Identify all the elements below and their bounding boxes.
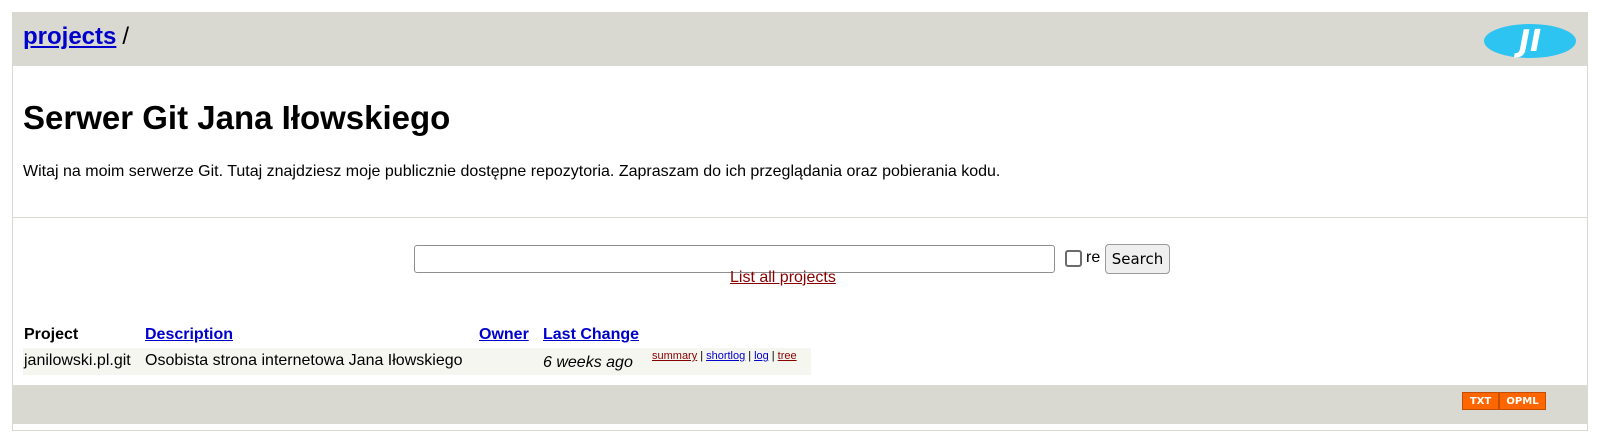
list-all-projects-link[interactable]: List all projects	[730, 269, 836, 287]
header-project: Project	[24, 326, 79, 343]
breadcrumb: projects /	[23, 23, 129, 51]
tree-link[interactable]: tree	[778, 350, 797, 362]
project-age: 6 weeks ago	[543, 354, 633, 371]
regex-label: re	[1086, 249, 1101, 266]
gitweb-page: projects / JI Serwer Git Jana Iłowskiego …	[12, 12, 1588, 431]
header-owner-sort[interactable]: Owner	[479, 326, 529, 344]
opml-feed-button[interactable]: OPML	[1499, 392, 1546, 410]
regex-checkbox[interactable]	[1065, 250, 1082, 267]
divider	[13, 217, 1587, 218]
txt-feed-button[interactable]: TXT	[1462, 392, 1499, 410]
project-description[interactable]: Osobista strona internetowa Jana Iłowski…	[145, 352, 463, 370]
header-last-change-sort[interactable]: Last Change	[543, 326, 639, 344]
separator: |	[748, 350, 752, 362]
separator: |	[771, 350, 775, 362]
log-link[interactable]: log	[754, 350, 769, 362]
project-name-link[interactable]: janilowski.pl.git	[24, 352, 131, 370]
separator: |	[700, 350, 704, 362]
page-header: projects / JI	[13, 13, 1587, 66]
ji-logo-icon[interactable]: JI	[1483, 23, 1577, 59]
breadcrumb-separator: /	[122, 23, 130, 50]
search-button[interactable]: Search	[1105, 244, 1170, 274]
page-footer: TXT OPML	[13, 385, 1587, 424]
shortlog-link[interactable]: shortlog	[706, 350, 745, 362]
table-row: janilowski.pl.git Osobista strona intern…	[23, 348, 811, 375]
page-title: Serwer Git Jana Iłowskiego	[23, 99, 451, 136]
logo-text: JI	[1514, 24, 1541, 59]
intro-text: Witaj na moim serwerze Git. Tutaj znajdz…	[23, 163, 1001, 180]
summary-link[interactable]: summary	[652, 350, 697, 362]
header-description-sort[interactable]: Description	[145, 326, 233, 344]
project-actions: summary | shortlog | log | tree	[652, 350, 797, 362]
projects-link[interactable]: projects	[23, 23, 116, 50]
